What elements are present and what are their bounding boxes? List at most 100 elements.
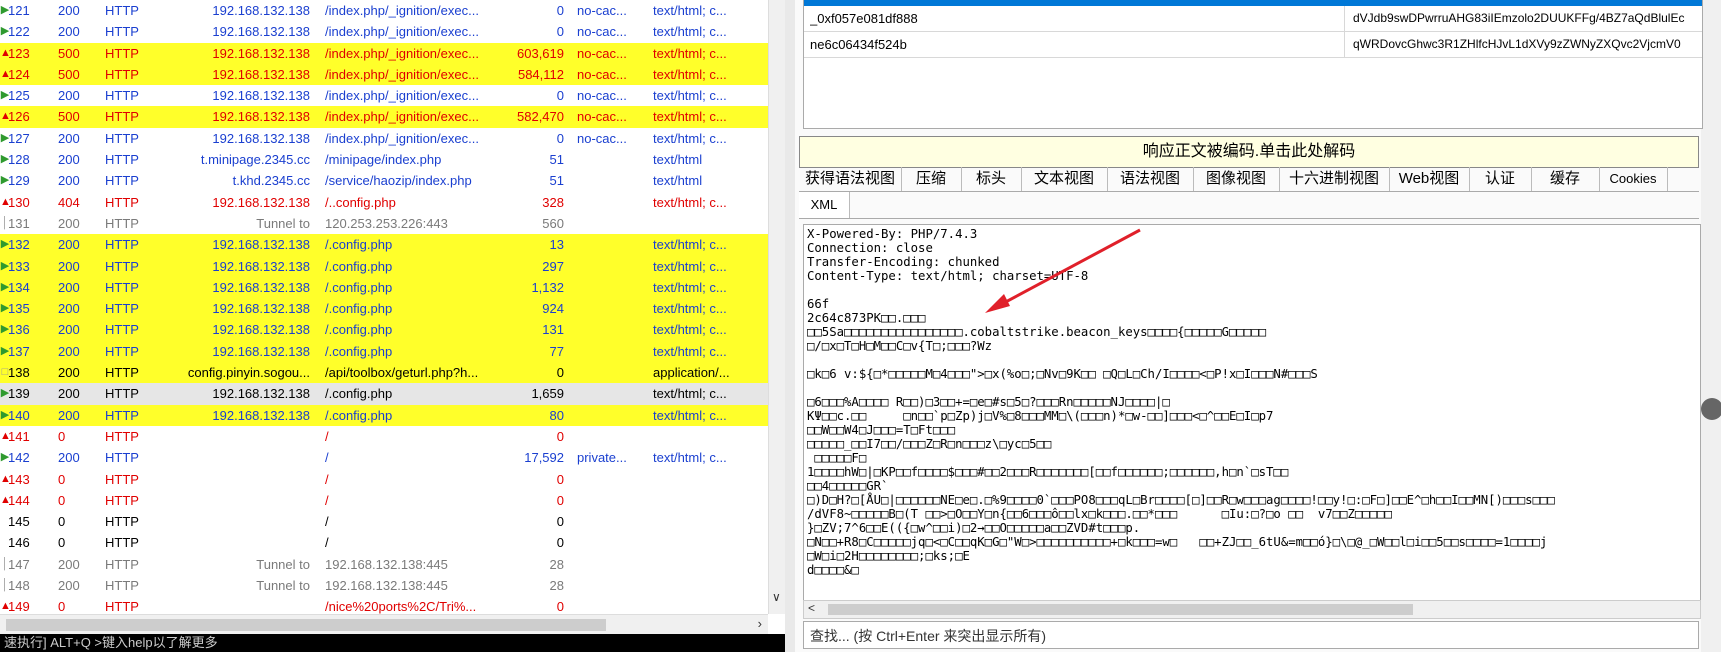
session-protocol: HTTP [105,45,139,61]
scrollbar-thumb[interactable] [828,604,1413,615]
session-row[interactable]: ▶ 121 200 HTTP 192.168.132.138/index.php/_ig… [0,0,768,21]
session-row[interactable]: ▲ 141 0 HTTP/0 [0,426,768,447]
session-url: /..config.php [325,194,396,210]
session-url: / [325,428,329,444]
session-caching: no-cac... [577,88,627,104]
session-row[interactable]: ▶ 135 200 HTTP 192.168.132.138/.config.php 92… [0,298,768,320]
session-result: 200 [58,173,80,189]
cookie-table: _0xf057e081df888 dVJdb9swDPwrruAHG83iIEm… [803,0,1703,129]
tab-syntax-view-get[interactable]: 获得语法视图 [799,167,902,191]
session-number: 129 [8,173,30,189]
session-url: / [325,492,329,508]
tab-compression[interactable]: 压缩 [901,167,962,191]
session-body-size: 0 [556,130,564,146]
session-protocol: HTTP [105,514,139,530]
tab-xml[interactable]: XML [799,192,850,218]
pane-splitter[interactable] [785,0,795,652]
session-number: 137 [8,343,30,359]
session-body-size: 0 [556,471,564,487]
tab-hex-view[interactable]: 十六进制视图 [1279,167,1390,191]
session-protocol: HTTP [105,343,139,359]
session-list-vertical-scrollbar[interactable]: ∨ [768,0,785,614]
session-host: t.minipage.2345.cc [200,152,310,168]
session-content-type: text/html; c... [653,237,727,253]
session-result: 200 [58,386,80,402]
session-number: 127 [8,130,30,146]
session-host: 192.168.132.138 [212,237,310,253]
session-row[interactable]: ▶ 132 200 HTTP 192.168.132.138/.config.php 13… [0,234,768,256]
session-number: 131 [8,215,30,231]
floating-widget-icon[interactable] [1701,398,1721,420]
session-list-horizontal-scrollbar[interactable]: › [0,614,768,635]
session-list-pane: ▶ 121 200 HTTP 192.168.132.138/index.php/_ig… [0,0,785,652]
session-row[interactable]: ▶ 125 200 HTTP 192.168.132.138/index.php/_ig… [0,85,768,106]
tab-caching[interactable]: 缓存 [1531,167,1600,191]
session-row[interactable]: ▶ 122 200 HTTP 192.168.132.138/index.php/_ig… [0,21,768,42]
session-body-size: 0 [556,535,564,551]
session-row[interactable]: ▶ 142 200 HTTP/17,592 private... text/html; c… [0,447,768,468]
session-result: 200 [58,258,80,274]
session-protocol: HTTP [105,578,139,594]
session-host: 192.168.132.138 [212,109,310,125]
cookie-row[interactable]: ne6c06434f524b qWRDovcGhwc3R1ZHlfcHJvL1d… [804,32,1702,58]
session-result: 500 [58,109,80,125]
quickexec-bar[interactable]: 速执行] ALT+Q >键入help以了解更多 [0,634,785,652]
session-row[interactable]: ▶ 140 200 HTTP 192.168.132.138/.config.php 80… [0,404,768,426]
tab-syntax-view[interactable]: 语法视图 [1107,167,1194,191]
response-horizontal-scrollbar[interactable]: < [803,600,1701,619]
session-result: 200 [58,130,80,146]
session-body-size: 1,659 [531,386,564,402]
session-row[interactable]: ▶ 133 200 HTTP 192.168.132.138/.config.php 29… [0,255,768,277]
cookie-row[interactable]: _0xf057e081df888 dVJdb9swDPwrruAHG83iIEm… [804,6,1702,32]
session-row[interactable]: ▶ 139 200 HTTP 192.168.132.138/.config.php 1,… [0,383,768,405]
chevron-right-icon[interactable]: › [758,616,762,631]
decode-response-bar[interactable]: 响应正文被编码.单击此处解码 [799,136,1699,168]
response-tabs: 获得语法视图 压缩 标头 文本视图 语法视图 图像视图 十六进制视图 Web视图… [799,167,1699,192]
session-row[interactable]: ▶ 137 200 HTTP 192.168.132.138/.config.php 77… [0,340,768,363]
tab-image-view[interactable]: 图像视图 [1193,167,1280,191]
scrollbar-thumb[interactable] [6,619,606,631]
session-row[interactable]: ▶ 128 200 HTTP t.minipage.2345.cc/minipage/i… [0,149,768,170]
tab-cookies[interactable]: Cookies [1599,167,1668,191]
session-row[interactable]: 145 0 HTTP / 0 [0,511,768,532]
session-row[interactable]: ▲ 144 0 HTTP/0 [0,490,768,511]
session-content-type: text/html [653,152,703,168]
chevron-down-icon[interactable]: ∨ [772,590,781,604]
session-row[interactable]: ▲ 130 404 HTTP 192.168.132.138/..config.php 3… [0,192,768,213]
session-content-type: text/html; c... [653,386,727,402]
session-row[interactable]: ▶ 136 200 HTTP 192.168.132.138/.config.php 13… [0,319,768,341]
session-row[interactable]: ▶ 127 200 HTTP 192.168.132.138/index.php/_ig… [0,128,768,149]
session-protocol: HTTP [105,301,139,317]
session-result: 200 [58,3,80,18]
session-host: 192.168.132.138 [212,301,310,317]
session-result: 200 [58,343,80,359]
session-number: 147 [8,556,30,572]
session-row[interactable]: ▲ 123 500 HTTP 192.168.132.138/index.php/_ig… [0,42,768,64]
session-content-type: text/html; c... [653,130,727,146]
session-host: 192.168.132.138 [212,407,310,423]
session-row[interactable]: ▶ 134 200 HTTP 192.168.132.138/.config.php 1,… [0,276,768,299]
session-host: 192.168.132.138 [212,66,310,82]
session-row[interactable]: ▲ 126 500 HTTP 192.168.132.138/index.php/_ig… [0,106,768,128]
session-row[interactable]: │ 148 200 HTTP Tunnel to 192.168.132.138:445 2… [0,575,768,596]
session-row[interactable]: ▶ 129 200 HTTP t.khd.2345.cc/service/haozip/… [0,170,768,191]
session-url: /minipage/index.php [325,152,442,168]
session-row[interactable]: ▲ 124 500 HTTP 192.168.132.138/index.php/_ig… [0,63,768,86]
response-body[interactable]: X-Powered-By: PHP/7.4.3 Connection: clos… [803,224,1701,602]
session-protocol: HTTP [105,152,139,168]
tab-web-view[interactable]: Web视图 [1389,167,1470,191]
tab-headers[interactable]: 标头 [961,167,1022,191]
find-input[interactable]: 查找... (按 Ctrl+Enter 来突出显示所有) [803,621,1699,649]
tab-text-view[interactable]: 文本视图 [1021,167,1108,191]
session-row[interactable]: ▲ 143 0 HTTP/0 [0,469,768,490]
session-number: 121 [8,3,30,18]
session-row[interactable]: 146 0 HTTP / 0 [0,532,768,553]
session-row[interactable]: │ 131 200 HTTP Tunnel to 120.253.253.226:443 5… [0,213,768,234]
session-row[interactable]: │ 147 200 HTTP Tunnel to 192.168.132.138:445 2… [0,554,768,575]
session-row[interactable]: □ 138 200 HTTP config.pinyin.sogou.../api/to… [0,362,768,384]
session-protocol: HTTP [105,492,139,508]
cookie-value: qWRDovcGhwc3R1ZHlfcHJvL1dXVy9zZWNyZXQvc2… [1353,37,1681,51]
tab-auth[interactable]: 认证 [1469,167,1532,191]
chevron-left-icon[interactable]: < [808,601,815,615]
session-protocol: HTTP [105,24,139,40]
